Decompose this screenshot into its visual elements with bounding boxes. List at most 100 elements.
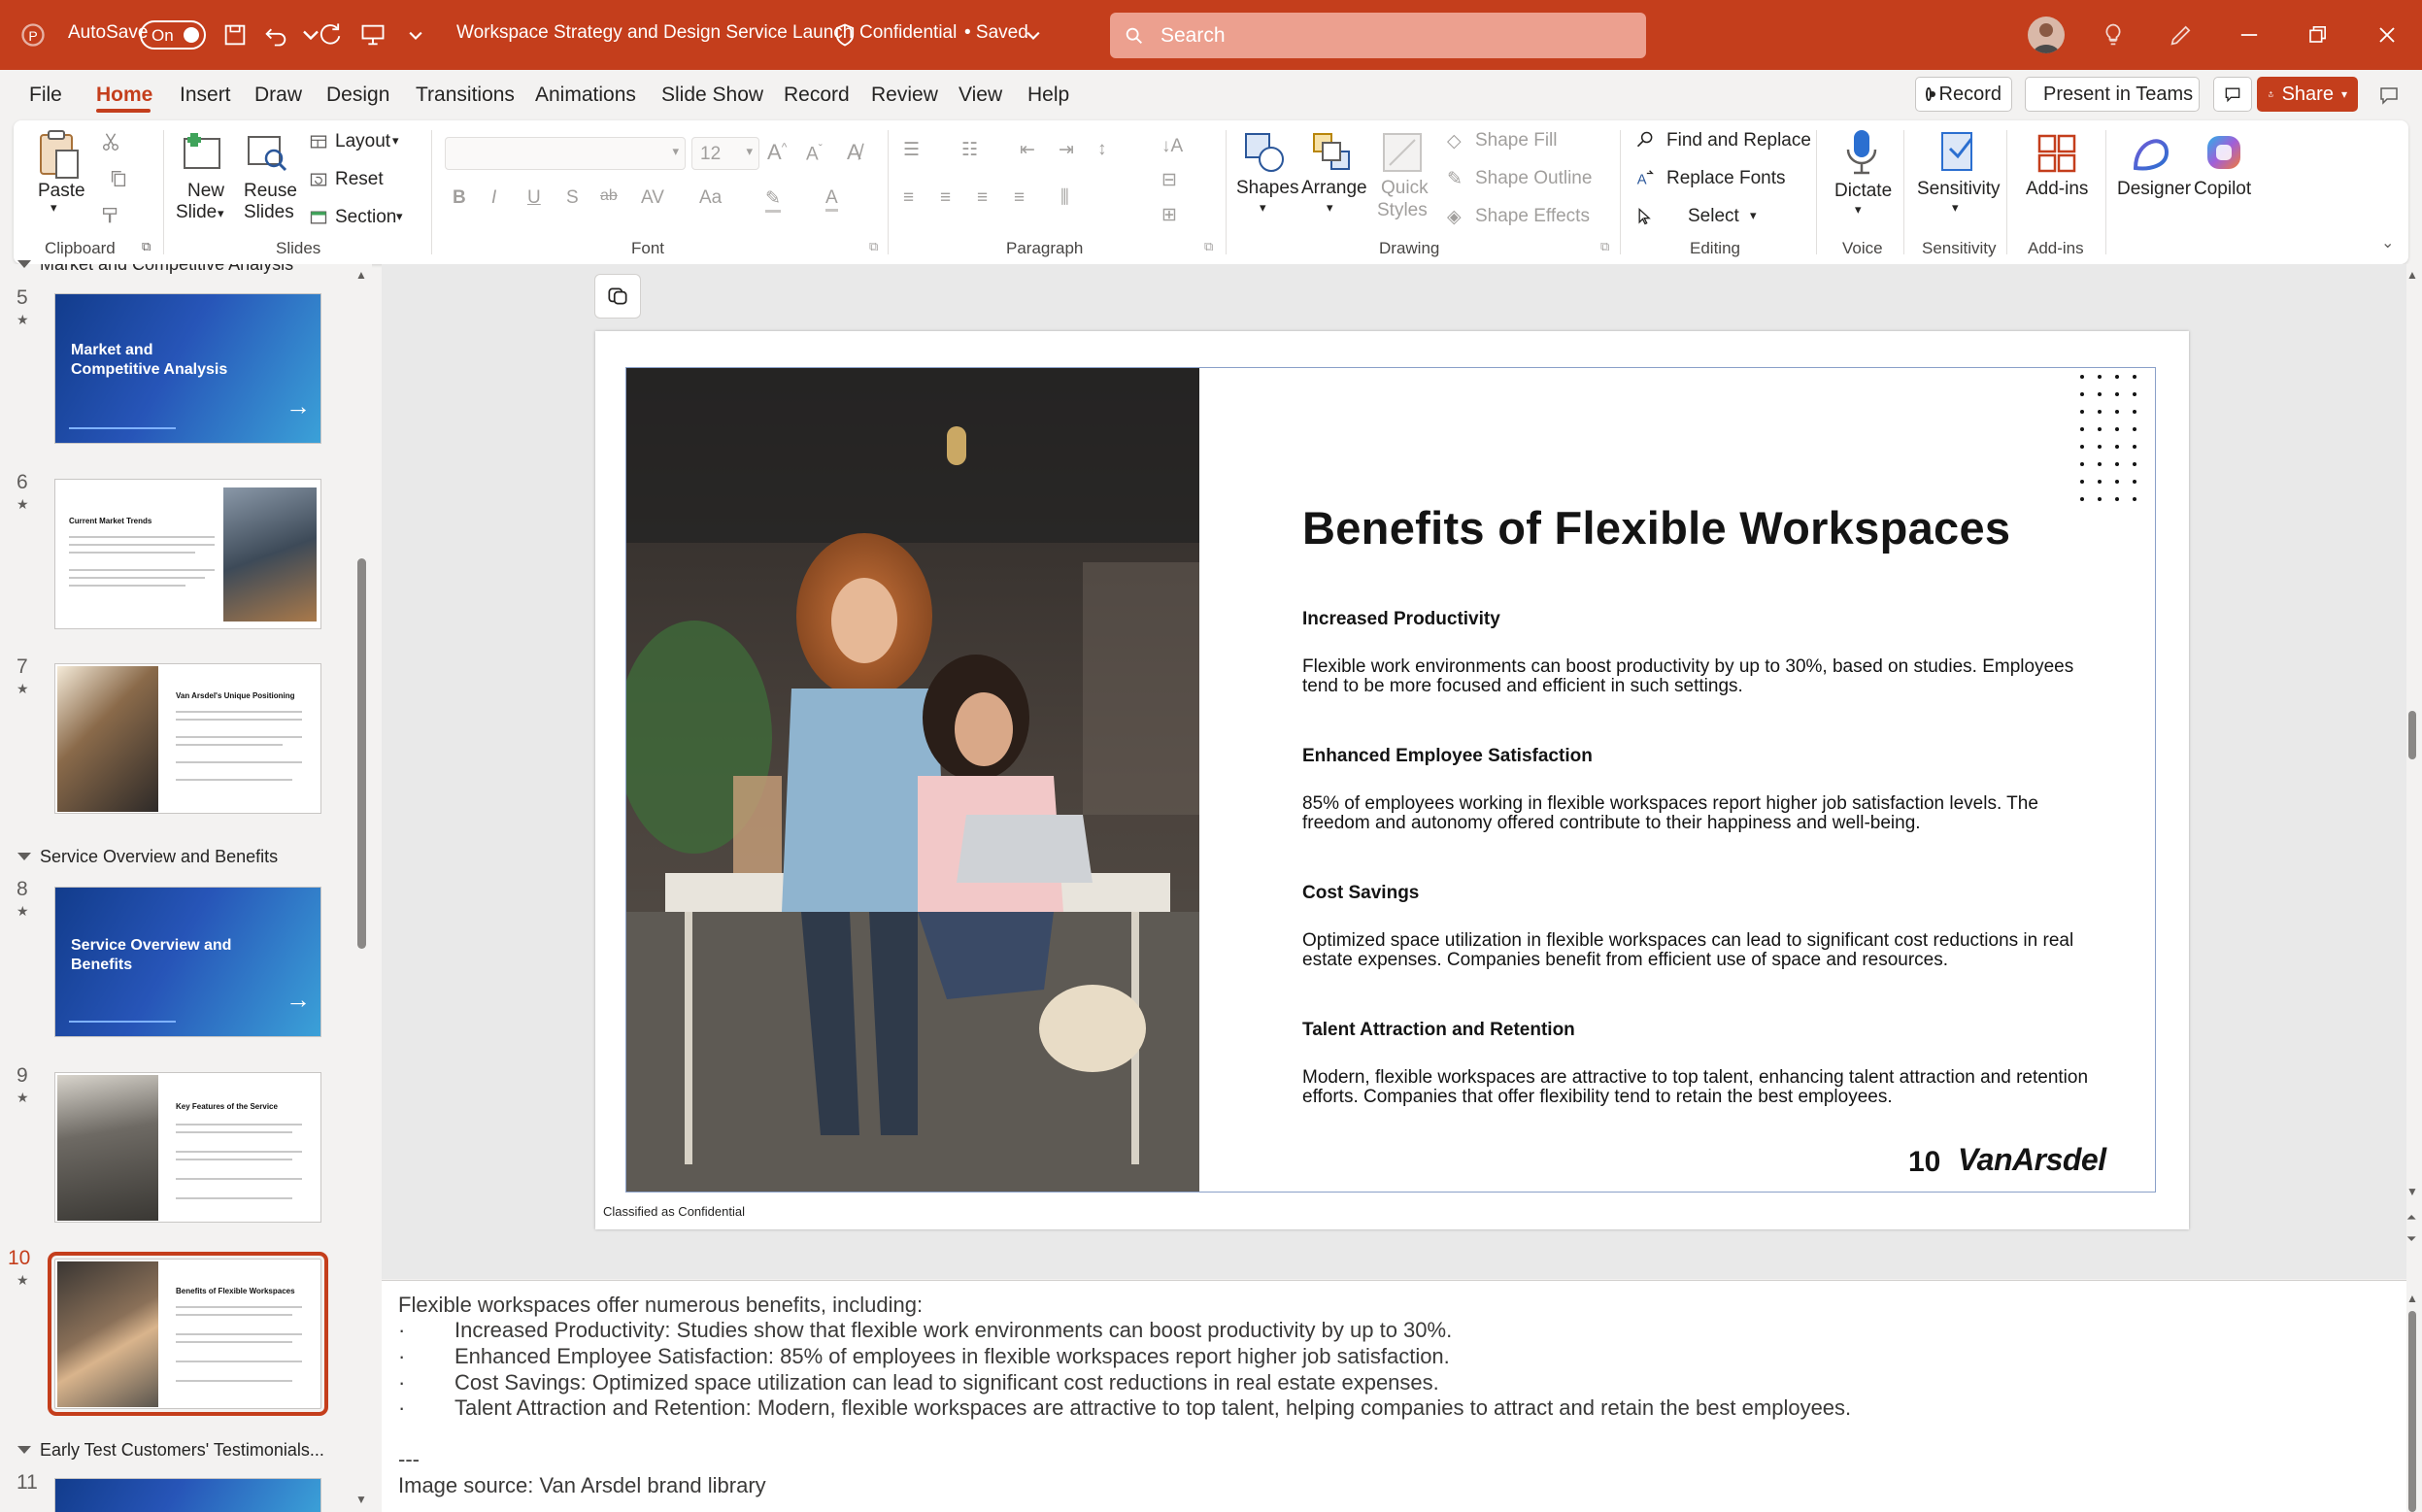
sensitivity-button-label[interactable]: Sensitivity bbox=[1917, 179, 2001, 200]
chevron-down-icon[interactable]: ▾ bbox=[392, 133, 399, 149]
chevron-down-icon[interactable]: ▾ bbox=[1260, 200, 1266, 216]
tab-draw[interactable]: Draw bbox=[254, 84, 302, 107]
align-text-icon[interactable]: ⊟ bbox=[1161, 169, 1177, 191]
shape-fill-icon[interactable]: ◇ bbox=[1447, 130, 1462, 152]
cut-icon[interactable] bbox=[97, 128, 124, 155]
text-direction-icon[interactable]: ↓A bbox=[1161, 136, 1183, 157]
section-collapse-icon[interactable] bbox=[17, 260, 31, 268]
close-icon[interactable] bbox=[2370, 17, 2405, 52]
scroll-down-icon[interactable]: ▼ bbox=[355, 1493, 367, 1506]
quick-styles-label-2[interactable]: Styles bbox=[1377, 200, 1428, 221]
lightbulb-icon[interactable] bbox=[2096, 17, 2131, 52]
tab-help[interactable]: Help bbox=[1027, 84, 1069, 107]
tab-design[interactable]: Design bbox=[326, 84, 389, 107]
section-button[interactable]: Section bbox=[335, 207, 396, 228]
benefit-heading[interactable]: Enhanced Employee Satisfaction bbox=[1302, 746, 1593, 767]
reuse-slides-label-1[interactable]: Reuse bbox=[244, 181, 297, 202]
dialog-launcher-icon[interactable]: ⧉ bbox=[1600, 239, 1609, 254]
justify-icon[interactable]: ≡ bbox=[1014, 187, 1025, 209]
reuse-slides-label-2[interactable]: Slides bbox=[244, 202, 294, 223]
tab-file[interactable]: File bbox=[29, 84, 62, 107]
tab-review[interactable]: Review bbox=[871, 84, 938, 107]
paste-label[interactable]: Paste bbox=[38, 181, 85, 202]
sensitivity-icon[interactable] bbox=[1934, 126, 1981, 179]
benefit-body[interactable]: Flexible work environments can boost pro… bbox=[1302, 657, 2099, 696]
format-painter-icon[interactable] bbox=[97, 202, 124, 229]
section-service-overview[interactable]: Service Overview and Benefits bbox=[40, 847, 278, 867]
copilot-icon[interactable] bbox=[2199, 126, 2249, 179]
document-title[interactable]: Workspace Strategy and Design Service La… bbox=[456, 22, 853, 44]
notes-scroll-thumb[interactable] bbox=[2408, 1311, 2416, 1512]
align-center-icon[interactable]: ≡ bbox=[940, 187, 951, 209]
numbering-icon[interactable]: ☷ bbox=[961, 139, 978, 161]
slide-thumbnail-9[interactable]: Key Features of the Service bbox=[54, 1072, 321, 1223]
dictate-label[interactable]: Dictate bbox=[1834, 181, 1892, 202]
avatar[interactable] bbox=[2028, 17, 2065, 53]
layout-button[interactable]: Layout bbox=[335, 131, 390, 152]
align-right-icon[interactable]: ≡ bbox=[977, 187, 988, 209]
slide-thumbnail-10[interactable]: Benefits of Flexible Workspaces bbox=[48, 1252, 328, 1416]
thumbnail-scrollbar[interactable] bbox=[357, 558, 366, 949]
present-in-teams-button[interactable]: Present in Teams bbox=[2025, 77, 2200, 112]
copilot-chat-icon[interactable] bbox=[2372, 78, 2406, 113]
select-button[interactable]: Select bbox=[1688, 206, 1739, 227]
reset-button[interactable]: Reset bbox=[335, 169, 384, 190]
scroll-up-icon[interactable]: ▲ bbox=[2406, 268, 2418, 282]
designer-icon[interactable] bbox=[2125, 126, 2175, 179]
line-spacing-icon[interactable]: ↕ bbox=[1097, 139, 1107, 160]
new-slide-icon[interactable] bbox=[179, 130, 225, 173]
decrease-indent-icon[interactable]: ⇤ bbox=[1020, 139, 1035, 161]
font-color-icon[interactable]: A bbox=[825, 187, 838, 212]
editor-scroll-thumb[interactable] bbox=[2408, 711, 2416, 759]
tab-record[interactable]: Record bbox=[784, 84, 850, 107]
smartart-icon[interactable]: ⊞ bbox=[1161, 204, 1177, 226]
customize-toolbar-icon[interactable] bbox=[398, 17, 433, 52]
paste-icon[interactable] bbox=[35, 128, 84, 181]
add-ins-icon[interactable] bbox=[2034, 126, 2080, 179]
shape-fill-button[interactable]: Shape Fill bbox=[1475, 130, 1558, 151]
chevron-down-icon[interactable]: ▾ bbox=[1750, 208, 1757, 223]
character-spacing-icon[interactable]: AV bbox=[641, 187, 664, 209]
save-icon[interactable] bbox=[218, 17, 252, 52]
add-ins-label[interactable]: Add-ins bbox=[2026, 179, 2088, 200]
italic-icon[interactable]: I bbox=[491, 187, 496, 209]
quick-styles-icon[interactable] bbox=[1379, 128, 1426, 177]
next-slide-icon[interactable]: ⏷ bbox=[2406, 1231, 2416, 1247]
slide-thumbnail-7[interactable]: Van Arsdel's Unique Positioning bbox=[54, 663, 321, 814]
slide-title[interactable]: Benefits of Flexible Workspaces bbox=[1302, 501, 2010, 554]
chevron-down-icon[interactable]: ▾ bbox=[1327, 200, 1333, 216]
record-button[interactable]: Record bbox=[1915, 77, 2012, 112]
notes-intro[interactable]: Flexible workspaces offer numerous benef… bbox=[398, 1293, 923, 1318]
redo-icon[interactable] bbox=[313, 17, 348, 52]
sensitivity-label[interactable]: Confidential bbox=[859, 22, 957, 44]
benefit-heading[interactable]: Cost Savings bbox=[1302, 883, 1419, 904]
font-size-select[interactable]: 12 ▾ bbox=[691, 137, 759, 170]
benefit-body[interactable]: Optimized space utilization in flexible … bbox=[1302, 931, 2099, 970]
shape-effects-icon[interactable]: ◈ bbox=[1447, 206, 1462, 228]
slide-thumbnail-5[interactable]: Market and Competitive Analysis → bbox=[54, 293, 321, 444]
arrange-label[interactable]: Arrange bbox=[1301, 178, 1367, 199]
benefit-heading[interactable]: Increased Productivity bbox=[1302, 609, 1500, 630]
tab-transitions[interactable]: Transitions bbox=[416, 84, 515, 107]
shape-outline-button[interactable]: Shape Outline bbox=[1475, 168, 1592, 189]
bold-icon[interactable]: B bbox=[453, 187, 466, 209]
new-slide-label-1[interactable]: New bbox=[187, 181, 224, 202]
shape-effects-button[interactable]: Shape Effects bbox=[1475, 206, 1590, 227]
notes-image-source[interactable]: Image source: Van Arsdel brand library bbox=[398, 1473, 766, 1498]
minimize-icon[interactable] bbox=[2232, 17, 2267, 52]
bullets-icon[interactable]: ☰ bbox=[903, 139, 920, 161]
dialog-launcher-icon[interactable]: ⧉ bbox=[1204, 239, 1213, 254]
previous-slide-icon[interactable]: ⏶ bbox=[2406, 1210, 2416, 1226]
new-slide-label-2[interactable]: Slide bbox=[176, 202, 217, 223]
shape-outline-icon[interactable]: ✎ bbox=[1447, 168, 1463, 190]
text-shadow-icon[interactable]: S bbox=[566, 187, 579, 209]
chevron-down-icon[interactable] bbox=[1016, 17, 1051, 52]
section-collapse-icon[interactable] bbox=[17, 853, 31, 860]
notes-item[interactable]: Enhanced Employee Satisfaction: 85% of e… bbox=[454, 1344, 1450, 1369]
reuse-slides-icon[interactable] bbox=[243, 130, 289, 173]
dialog-launcher-icon[interactable]: ⧉ bbox=[142, 239, 151, 254]
dialog-launcher-icon[interactable]: ⧉ bbox=[869, 239, 878, 254]
benefit-heading[interactable]: Talent Attraction and Retention bbox=[1302, 1020, 1575, 1041]
underline-icon[interactable]: U bbox=[527, 187, 541, 209]
designer-suggestions-button[interactable] bbox=[594, 274, 641, 319]
